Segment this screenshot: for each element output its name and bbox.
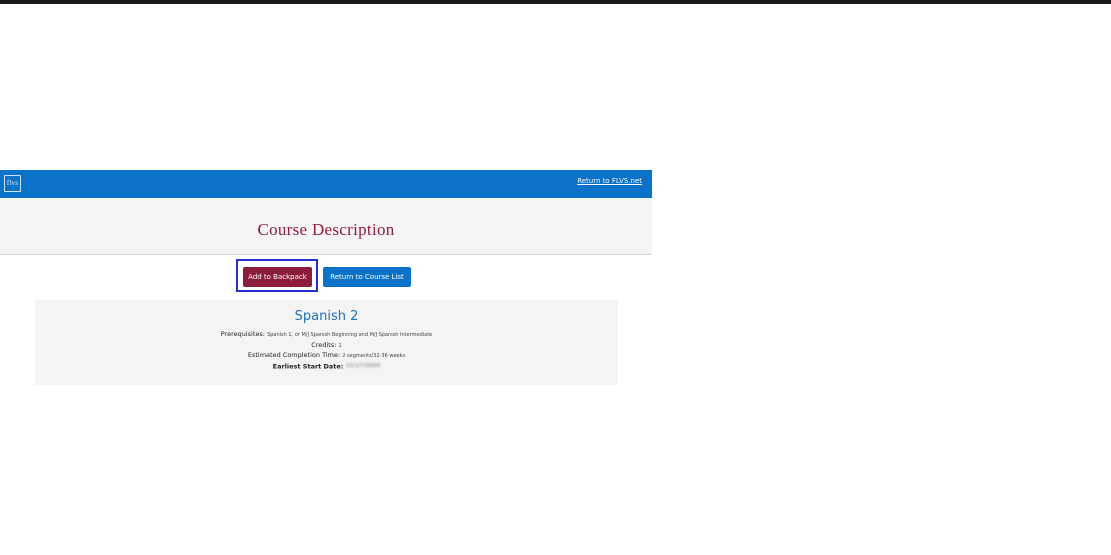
- return-to-flvs-link[interactable]: Return to FLVS.net: [577, 177, 642, 185]
- course-description-window: flvs Return to FLVS.net Course Descripti…: [0, 170, 652, 390]
- return-to-course-list-button[interactable]: Return to Course List: [323, 267, 411, 287]
- add-to-backpack-button[interactable]: Add to Backpack: [243, 267, 312, 287]
- completion-time-value: 2 segments/32-36 weeks: [342, 353, 406, 359]
- prerequisites-label: Prerequisites:: [220, 330, 265, 338]
- credits-label: Credits:: [311, 341, 337, 349]
- course-card: Spanish 2 Prerequisites: Spanish 1, or M…: [35, 300, 618, 385]
- flvs-logo[interactable]: flvs: [4, 175, 21, 192]
- prerequisites-line: Prerequisites: Spanish 1, or M/J Spanish…: [35, 330, 618, 340]
- completion-time-line: Estimated Completion Time: 2 segments/32…: [35, 351, 618, 361]
- earliest-start-value: 11/17/2020: [345, 363, 381, 369]
- course-name: Spanish 2: [294, 309, 359, 324]
- credits-line: Credits: 1: [35, 341, 618, 351]
- title-band: Course Description: [0, 198, 652, 255]
- top-border-rule: [0, 0, 1111, 4]
- earliest-start-line: Earliest Start Date: 11/17/2020: [35, 362, 618, 372]
- prerequisites-value: Spanish 1, or M/J Spanish Beginning and …: [267, 332, 433, 338]
- site-header: flvs Return to FLVS.net: [0, 170, 652, 198]
- action-buttons: Add to Backpack Return to Course List: [0, 259, 652, 293]
- page-title: Course Description: [257, 220, 395, 239]
- earliest-start-label: Earliest Start Date:: [272, 362, 344, 371]
- credits-value: 1: [338, 343, 342, 349]
- completion-time-label: Estimated Completion Time:: [247, 351, 341, 359]
